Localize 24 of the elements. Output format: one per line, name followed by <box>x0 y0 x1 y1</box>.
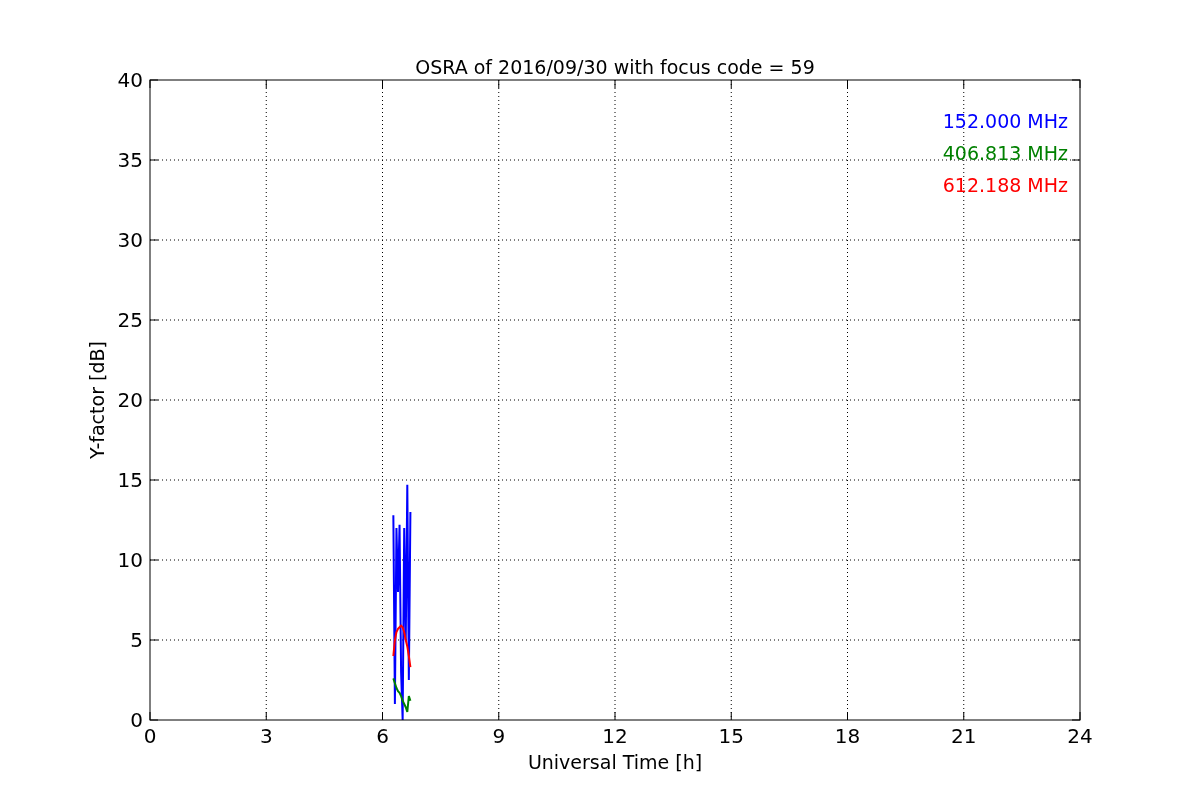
y-tick-label: 0 <box>130 708 143 732</box>
legend-label: 152.000 MHz <box>942 110 1068 132</box>
y-tick-label: 5 <box>130 628 143 652</box>
x-tick-label: 15 <box>718 724 744 748</box>
chart-title: OSRA of 2016/09/30 with focus code = 59 <box>415 56 815 78</box>
legend-label: 406.813 MHz <box>942 142 1068 164</box>
x-tick-label: 24 <box>1067 724 1093 748</box>
y-tick-label: 20 <box>117 388 143 412</box>
y-tick-label: 30 <box>117 228 143 252</box>
y-tick-label: 25 <box>117 308 143 332</box>
x-axis-label: Universal Time [h] <box>527 751 703 773</box>
x-tick-label: 12 <box>602 724 628 748</box>
y-tick-label: 40 <box>117 68 143 92</box>
y-tick-label: 35 <box>117 148 143 172</box>
x-tick-label: 0 <box>143 724 157 748</box>
x-tick-label: 21 <box>951 724 977 748</box>
y-axis-label: Y-factor [dB] <box>86 341 108 459</box>
y-tick-label: 15 <box>117 468 143 492</box>
x-tick-label: 3 <box>259 724 273 748</box>
x-tick-label: 6 <box>376 724 389 748</box>
legend-label: 612.188 MHz <box>942 174 1068 196</box>
x-tick-label: 18 <box>834 724 861 748</box>
x-tick-label: 9 <box>492 724 506 748</box>
y-tick-label: 10 <box>117 548 143 572</box>
